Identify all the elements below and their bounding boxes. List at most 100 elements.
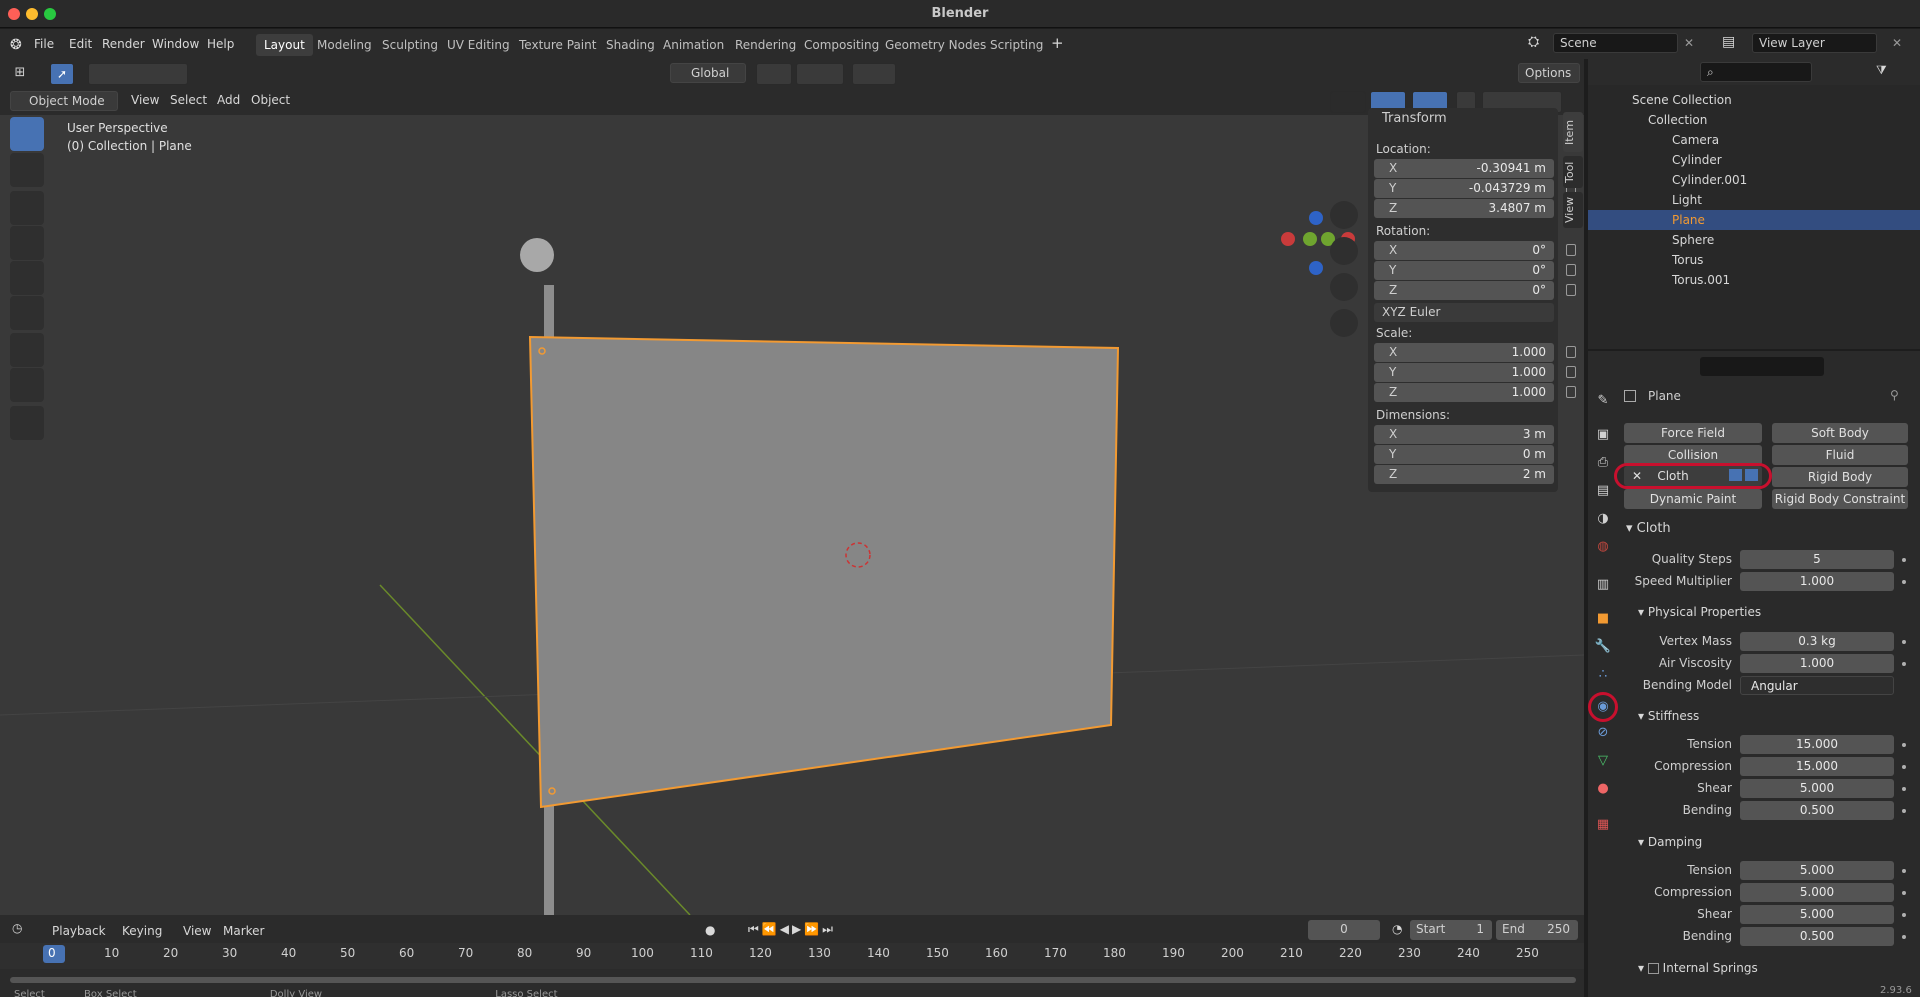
menu-help[interactable]: Help — [207, 37, 234, 51]
camera-view-icon[interactable] — [1330, 273, 1358, 301]
clock-icon[interactable]: ◔ — [1392, 922, 1402, 936]
quality-steps-field[interactable]: 5 — [1740, 550, 1894, 569]
visibility-dropdown[interactable] — [1330, 91, 1366, 113]
outliner-row-light[interactable]: Light — [1588, 190, 1920, 210]
stiffness-tension-field[interactable]: 15.000 — [1740, 735, 1894, 754]
outliner-row-scene-collection[interactable]: Scene Collection — [1588, 90, 1920, 110]
plane-object[interactable] — [528, 335, 1120, 809]
stiffness-compression-field[interactable]: 15.000 — [1740, 757, 1894, 776]
scale-z-field[interactable]: Z 1.000 — [1374, 383, 1576, 402]
pivot-point-dropdown[interactable] — [756, 63, 792, 85]
timeline-scrollbar[interactable] — [10, 977, 1576, 983]
workspace-tab-compositing[interactable]: Compositing — [796, 34, 887, 56]
viewport-menu-view[interactable]: View — [131, 93, 159, 107]
keyframe-dot[interactable] — [1902, 913, 1906, 917]
workspace-tab-scripting[interactable]: Scripting — [982, 34, 1051, 56]
rotation-z-field[interactable]: Z 0° — [1374, 281, 1576, 300]
damping-header[interactable]: ▾ Damping — [1638, 835, 1702, 849]
speed-multiplier-field[interactable]: 1.000 — [1740, 572, 1894, 591]
damping-compression-field[interactable]: 5.000 — [1740, 883, 1894, 902]
options-dropdown[interactable]: Options — [1518, 63, 1580, 83]
workspace-tab-uv-editing[interactable]: UV Editing — [439, 34, 518, 56]
3d-viewport[interactable]: User Perspective (0) Collection | Plane — [0, 115, 1584, 915]
pin-icon[interactable]: ⚲ — [1890, 388, 1899, 402]
scene-icon[interactable]: ⛭ — [1528, 34, 1539, 50]
lock-icon[interactable] — [1566, 386, 1576, 398]
data-properties-icon[interactable]: ▽ — [1592, 750, 1614, 772]
location-z-field[interactable]: Z 3.4807 m — [1374, 199, 1576, 218]
outliner-row-cylinder[interactable]: Cylinder — [1588, 150, 1920, 170]
damping-shear-field[interactable]: 5.000 — [1740, 905, 1894, 924]
object-properties-icon[interactable]: ■ — [1592, 608, 1614, 630]
workspace-tab-geometry-nodes[interactable]: Geometry Nodes — [877, 34, 994, 56]
menu-render[interactable]: Render — [102, 37, 145, 51]
blender-logo-icon[interactable]: ❂ — [10, 37, 22, 53]
rotation-y-field[interactable]: Y 0° — [1374, 261, 1576, 280]
record-icon[interactable]: ● — [705, 923, 715, 937]
world-properties-icon[interactable]: ◍ — [1592, 536, 1614, 558]
timeline-editor-icon[interactable]: ◷ — [12, 921, 22, 935]
start-frame-field[interactable]: Start 1 — [1410, 920, 1492, 940]
damping-tension-field[interactable]: 5.000 — [1740, 861, 1894, 880]
keyframe-dot[interactable] — [1902, 640, 1906, 644]
rotate-tool[interactable] — [10, 226, 44, 260]
timeline-menu-keying[interactable]: Keying — [122, 924, 162, 938]
vertex-mass-field[interactable]: 0.3 kg — [1740, 632, 1894, 651]
end-frame-field[interactable]: End 250 — [1496, 920, 1578, 940]
move-tool[interactable] — [10, 191, 44, 225]
stiffness-header[interactable]: ▾ Stiffness — [1638, 709, 1699, 723]
scale-tool[interactable] — [10, 261, 44, 295]
dimensions-z-field[interactable]: Z 2 m — [1374, 465, 1554, 484]
outliner-row-torus[interactable]: Torus — [1588, 250, 1920, 270]
bending-model-dropdown[interactable]: Angular — [1740, 676, 1894, 695]
proportional-edit-toggle[interactable] — [852, 63, 896, 85]
material-properties-icon[interactable]: ● — [1592, 778, 1614, 800]
location-y-field[interactable]: Y -0.043729 m — [1374, 179, 1576, 198]
keyframe-dot[interactable] — [1902, 809, 1906, 813]
cloth-panel-header[interactable]: ▾ Cloth — [1626, 521, 1671, 536]
zoom-icon[interactable] — [1330, 201, 1358, 229]
keyframe-dot[interactable] — [1902, 580, 1906, 584]
viewport-toggle-icon[interactable] — [1729, 469, 1742, 481]
viewport-menu-object[interactable]: Object — [251, 93, 290, 107]
dimensions-x-field[interactable]: X 3 m — [1374, 425, 1554, 444]
outliner-search-input[interactable]: ⌕ — [1700, 62, 1812, 82]
select-box-tool[interactable] — [10, 117, 44, 151]
internal-springs-checkbox[interactable] — [1647, 963, 1659, 974]
measure-tool[interactable] — [10, 368, 44, 402]
physical-properties-header[interactable]: ▾ Physical Properties — [1638, 605, 1761, 619]
viewport-menu-add[interactable]: Add — [217, 93, 240, 107]
lock-icon[interactable] — [1566, 366, 1576, 378]
workspace-tab-animation[interactable]: Animation — [655, 34, 732, 56]
filter-icon[interactable]: ⧩ — [1876, 63, 1887, 78]
outliner-row-plane[interactable]: Plane — [1588, 210, 1920, 230]
view-layer-field[interactable]: View Layer — [1752, 33, 1877, 53]
add-workspace-icon[interactable]: + — [1051, 34, 1064, 52]
lock-icon[interactable] — [1566, 244, 1576, 256]
collection-properties-icon[interactable]: ▥ — [1592, 574, 1614, 596]
keyframe-dot[interactable] — [1902, 787, 1906, 791]
keyframe-dot[interactable] — [1902, 765, 1906, 769]
timeline-menu-playback[interactable]: Playback — [52, 924, 106, 938]
render-toggle-icon[interactable] — [1745, 469, 1758, 481]
sidebar-tab-view[interactable]: View — [1563, 192, 1583, 228]
sidebar-tab-item[interactable]: Item — [1563, 112, 1583, 152]
location-x-field[interactable]: X -0.30941 m — [1374, 159, 1576, 178]
add-cube-tool[interactable] — [10, 406, 44, 440]
gizmo-y-axis[interactable] — [1303, 232, 1317, 246]
workspace-tab-shading[interactable]: Shading — [598, 34, 663, 56]
constraint-properties-icon[interactable]: ⊘ — [1592, 722, 1614, 744]
view-layer-close-icon[interactable]: ✕ — [1892, 36, 1902, 50]
view-layer-properties-icon[interactable]: ▤ — [1592, 480, 1614, 502]
scene-field[interactable]: Scene — [1553, 33, 1678, 53]
damping-bending-field[interactable]: 0.500 — [1740, 927, 1894, 946]
tool-properties-icon[interactable]: ✎ — [1592, 390, 1614, 412]
cloth-button[interactable]: ✕ Cloth — [1624, 466, 1762, 486]
soft-body-button[interactable]: Soft Body — [1772, 423, 1908, 443]
outliner-row-camera[interactable]: Camera — [1588, 130, 1920, 150]
gizmo-z-neg[interactable] — [1309, 261, 1323, 275]
menu-edit[interactable]: Edit — [69, 37, 92, 51]
keyframe-dot[interactable] — [1902, 558, 1906, 562]
internal-springs-header[interactable]: ▾ Internal Springs — [1638, 961, 1758, 975]
current-frame-field[interactable]: 0 — [1308, 920, 1380, 940]
